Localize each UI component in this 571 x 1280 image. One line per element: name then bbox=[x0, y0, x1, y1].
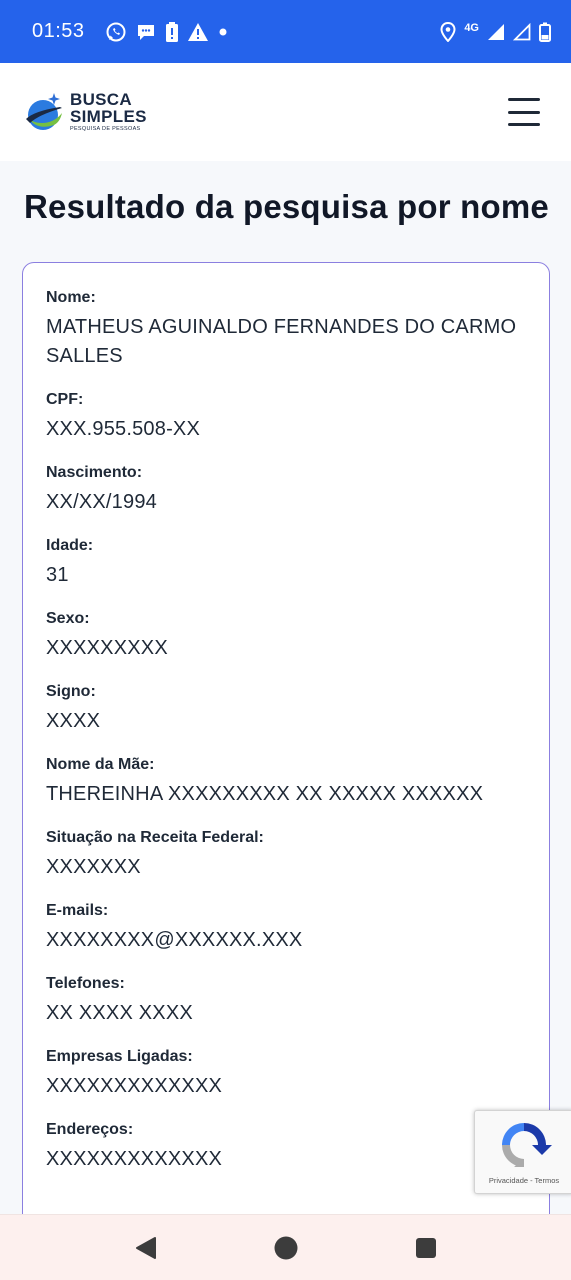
field-sexo: Sexo: XXXXXXXXX bbox=[46, 610, 527, 663]
4g-icon: 4G bbox=[464, 21, 479, 34]
home-icon[interactable] bbox=[266, 1228, 306, 1268]
field-value: XXXXXXXXX bbox=[46, 637, 168, 659]
field-label: Sexo: bbox=[46, 610, 90, 627]
field-label: E-mails: bbox=[46, 902, 109, 919]
field-situacao-receita: Situação na Receita Federal: XXXXXXX bbox=[46, 829, 527, 882]
field-label: Endereços: bbox=[46, 1121, 134, 1138]
field-label: CPF: bbox=[46, 391, 84, 408]
field-nascimento: Nascimento: XX/XX/1994 bbox=[46, 464, 527, 517]
logo[interactable]: BUSCA SIMPLES PESQUISA DE PESSOAS bbox=[24, 87, 147, 137]
recaptcha-icon bbox=[502, 1123, 552, 1167]
field-empresas-ligadas: Empresas Ligadas: XXXXXXXXXXXXX bbox=[46, 1048, 527, 1101]
field-value: 31 bbox=[46, 564, 69, 586]
field-value: XXXX bbox=[46, 710, 101, 732]
field-label: Situação na Receita Federal: bbox=[46, 829, 264, 846]
field-label: Nome da Mãe: bbox=[46, 756, 155, 773]
dot-icon bbox=[217, 26, 229, 38]
logo-globe-icon bbox=[26, 93, 62, 130]
field-value: MATHEUS AGUINALDO FERNANDES DO CARMO SAL… bbox=[46, 316, 517, 367]
menu-bar bbox=[508, 123, 540, 126]
back-icon[interactable] bbox=[126, 1228, 166, 1268]
field-value: XXXXXXXXXXXXX bbox=[46, 1148, 223, 1170]
logo-text-busca: BUSCA bbox=[70, 90, 132, 110]
field-label: Nome: bbox=[46, 289, 96, 306]
field-label: Telefones: bbox=[46, 975, 125, 992]
field-value: XX/XX/1994 bbox=[46, 491, 157, 513]
logo-text-simples: SIMPLES bbox=[70, 107, 147, 127]
battery-icon bbox=[539, 22, 551, 42]
chat-bubble-icon bbox=[135, 21, 157, 43]
recents-icon[interactable] bbox=[406, 1228, 446, 1268]
status-time: 01:53 bbox=[32, 20, 85, 42]
signal-icon bbox=[487, 23, 505, 41]
field-idade: Idade: 31 bbox=[46, 537, 527, 590]
recaptcha-badge[interactable]: Privacidade - Termos bbox=[474, 1110, 571, 1194]
page-title: Resultado da pesquisa por nome bbox=[24, 188, 549, 225]
field-value: XXXXXXX bbox=[46, 856, 141, 878]
field-enderecos: Endereços: XXXXXXXXXXXXX bbox=[46, 1121, 527, 1174]
status-icons-right: 4G bbox=[440, 21, 551, 42]
field-label: Nascimento: bbox=[46, 464, 143, 481]
field-cpf: CPF: XXX.955.508-XX bbox=[46, 391, 527, 444]
field-emails: E-mails: XXXXXXXX@XXXXXX.XXX bbox=[46, 902, 527, 955]
signal-empty-icon bbox=[513, 22, 531, 41]
field-telefones: Telefones: XX XXXX XXXX bbox=[46, 975, 527, 1028]
result-card: Nome: MATHEUS AGUINALDO FERNANDES DO CAR… bbox=[22, 262, 550, 1262]
field-value: XXX.955.508-XX bbox=[46, 418, 201, 440]
field-label: Idade: bbox=[46, 537, 94, 554]
battery-alert-icon bbox=[165, 21, 179, 43]
system-navigation-bar bbox=[0, 1214, 571, 1280]
menu-bar bbox=[508, 110, 540, 114]
field-value: XX XXXX XXXX bbox=[46, 1002, 193, 1024]
field-label: Signo: bbox=[46, 683, 96, 700]
location-icon bbox=[440, 21, 456, 42]
field-value: XXXXXXXX@XXXXXX.XXX bbox=[46, 929, 303, 951]
field-label: Empresas Ligadas: bbox=[46, 1048, 193, 1065]
whatsapp-icon bbox=[105, 21, 127, 43]
warning-icon bbox=[187, 22, 209, 42]
status-icons-left bbox=[105, 21, 229, 43]
field-value: XXXXXXXXXXXXX bbox=[46, 1075, 223, 1097]
site-header: BUSCA SIMPLES PESQUISA DE PESSOAS bbox=[0, 63, 571, 161]
status-bar: 01:53 4G bbox=[0, 0, 571, 63]
hamburger-menu-icon[interactable] bbox=[508, 96, 540, 128]
logo-tagline: PESQUISA DE PESSOAS bbox=[70, 126, 141, 133]
field-value: THEREINHA XXXXXXXXX XX XXXXX XXXXXX bbox=[46, 783, 484, 805]
field-nome-mae: Nome da Mãe: THEREINHA XXXXXXXXX XX XXXX… bbox=[46, 756, 527, 809]
menu-bar bbox=[508, 98, 540, 101]
field-signo: Signo: XXXX bbox=[46, 683, 527, 736]
recaptcha-links[interactable]: Privacidade - Termos bbox=[489, 1176, 559, 1185]
field-nome: Nome: MATHEUS AGUINALDO FERNANDES DO CAR… bbox=[46, 289, 527, 371]
